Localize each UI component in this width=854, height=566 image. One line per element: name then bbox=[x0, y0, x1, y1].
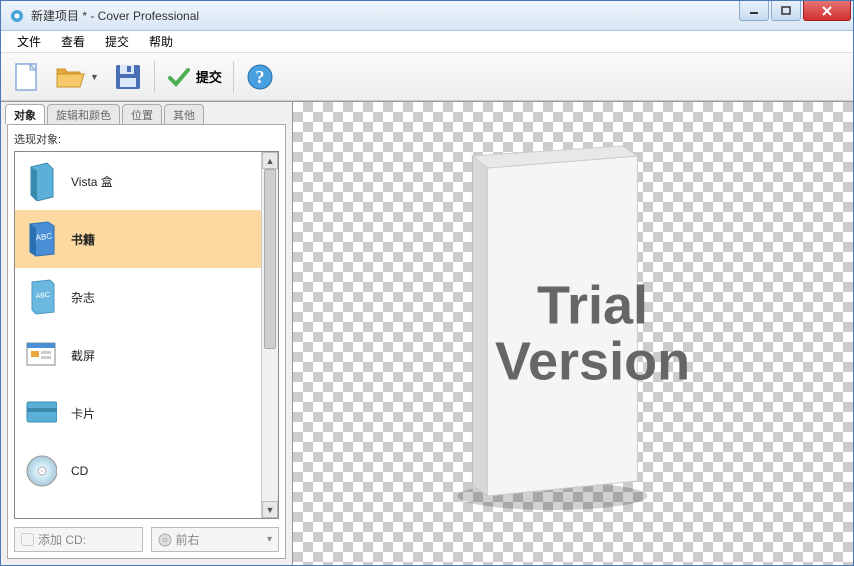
add-cd-checkbox[interactable]: 添加 CD: bbox=[14, 527, 143, 552]
menubar: 文件 查看 提交 帮助 bbox=[1, 31, 853, 53]
card-icon bbox=[25, 393, 57, 433]
menu-submit[interactable]: 提交 bbox=[97, 31, 137, 52]
svg-text:?: ? bbox=[255, 67, 264, 87]
tabs: 对象 旋辑和颜色 位置 其他 bbox=[1, 102, 292, 124]
list-item-label: 卡片 bbox=[71, 405, 95, 422]
add-cd-input[interactable] bbox=[21, 533, 34, 546]
list-item[interactable]: 截屏 bbox=[15, 326, 261, 384]
content-area: 对象 旋辑和颜色 位置 其他 选现对象: Vista 盒 ABC 书籍 ABC 杂志截屏… bbox=[1, 101, 853, 565]
scroll-up-button[interactable]: ▲ bbox=[262, 152, 278, 169]
new-button[interactable] bbox=[9, 57, 43, 97]
cd-icon bbox=[25, 451, 57, 491]
help-icon: ? bbox=[245, 62, 275, 92]
menu-file[interactable]: 文件 bbox=[9, 31, 49, 52]
new-file-icon bbox=[12, 60, 40, 94]
list-item[interactable]: ABC 杂志 bbox=[15, 268, 261, 326]
app-window: 新建项目 * - Cover Professional 文件 查看 提交 帮助 … bbox=[0, 0, 854, 566]
rotation-dropdown[interactable]: 前右 bbox=[151, 527, 280, 552]
screenshot-icon bbox=[25, 335, 57, 375]
menu-help[interactable]: 帮助 bbox=[141, 31, 181, 52]
left-panel: 对象 旋辑和颜色 位置 其他 选现对象: Vista 盒 ABC 书籍 ABC 杂志截屏… bbox=[1, 102, 293, 565]
save-disk-icon bbox=[113, 62, 143, 92]
toolbar: ▼ 提交 ? bbox=[1, 53, 853, 101]
tab-content: 选现对象: Vista 盒 ABC 书籍 ABC 杂志截屏卡片 CD ▲ ▼ 添加 CD: bbox=[7, 124, 286, 559]
maximize-button[interactable] bbox=[771, 1, 801, 21]
watermark-line1: Trial bbox=[495, 277, 690, 334]
save-button[interactable] bbox=[110, 59, 146, 95]
titlebar: 新建项目 * - Cover Professional bbox=[1, 1, 853, 31]
list-item-label: 杂志 bbox=[71, 289, 95, 306]
trial-watermark: Trial Version bbox=[495, 277, 690, 390]
vista-box-icon bbox=[25, 161, 57, 201]
add-cd-label: 添加 CD: bbox=[38, 531, 86, 548]
open-folder-icon bbox=[54, 62, 86, 92]
scrollbar-thumb[interactable] bbox=[264, 169, 276, 349]
tab-position[interactable]: 位置 bbox=[122, 104, 162, 124]
list-item-label: 书籍 bbox=[71, 231, 95, 248]
help-button[interactable]: ? bbox=[242, 59, 278, 95]
bottom-controls: 添加 CD: 前右 bbox=[14, 527, 279, 552]
list-item[interactable]: 卡片 bbox=[15, 384, 261, 442]
rotation-value: 前右 bbox=[176, 531, 200, 548]
object-list: Vista 盒 ABC 书籍 ABC 杂志截屏卡片 CD bbox=[15, 152, 261, 518]
submit-button[interactable]: 提交 bbox=[163, 61, 225, 93]
list-item[interactable]: CD bbox=[15, 442, 261, 500]
window-title: 新建项目 * - Cover Professional bbox=[31, 7, 853, 24]
toolbar-divider bbox=[233, 61, 234, 93]
close-button[interactable] bbox=[803, 1, 851, 21]
scroll-down-button[interactable]: ▼ bbox=[262, 501, 278, 518]
chevron-down-icon: ▼ bbox=[90, 72, 99, 82]
book-icon: ABC bbox=[25, 219, 57, 259]
check-icon bbox=[166, 64, 192, 90]
list-item-label: 截屏 bbox=[71, 347, 95, 364]
object-list-container: Vista 盒 ABC 书籍 ABC 杂志截屏卡片 CD ▲ ▼ bbox=[14, 151, 279, 519]
minimize-button[interactable] bbox=[739, 1, 769, 21]
select-object-label: 选现对象: bbox=[14, 131, 279, 147]
magazine-icon: ABC bbox=[25, 277, 57, 317]
list-item[interactable]: Vista 盒 bbox=[15, 152, 261, 210]
cd-icon bbox=[158, 533, 172, 547]
list-item-label: CD bbox=[71, 464, 88, 478]
watermark-line2: Version bbox=[495, 334, 690, 391]
scrollbar[interactable]: ▲ ▼ bbox=[261, 152, 278, 518]
app-icon bbox=[9, 8, 25, 24]
toolbar-divider bbox=[154, 61, 155, 93]
open-button[interactable]: ▼ bbox=[51, 59, 102, 95]
menu-view[interactable]: 查看 bbox=[53, 31, 93, 52]
preview-area: Trial Version bbox=[293, 102, 853, 565]
window-controls bbox=[739, 1, 851, 23]
list-item[interactable]: ABC 书籍 bbox=[15, 210, 261, 268]
list-item-label: Vista 盒 bbox=[71, 173, 113, 190]
tab-objects[interactable]: 对象 bbox=[5, 104, 45, 124]
tab-other[interactable]: 其他 bbox=[164, 104, 204, 124]
submit-label: 提交 bbox=[196, 67, 222, 86]
tab-rotation-color[interactable]: 旋辑和颜色 bbox=[47, 104, 120, 124]
